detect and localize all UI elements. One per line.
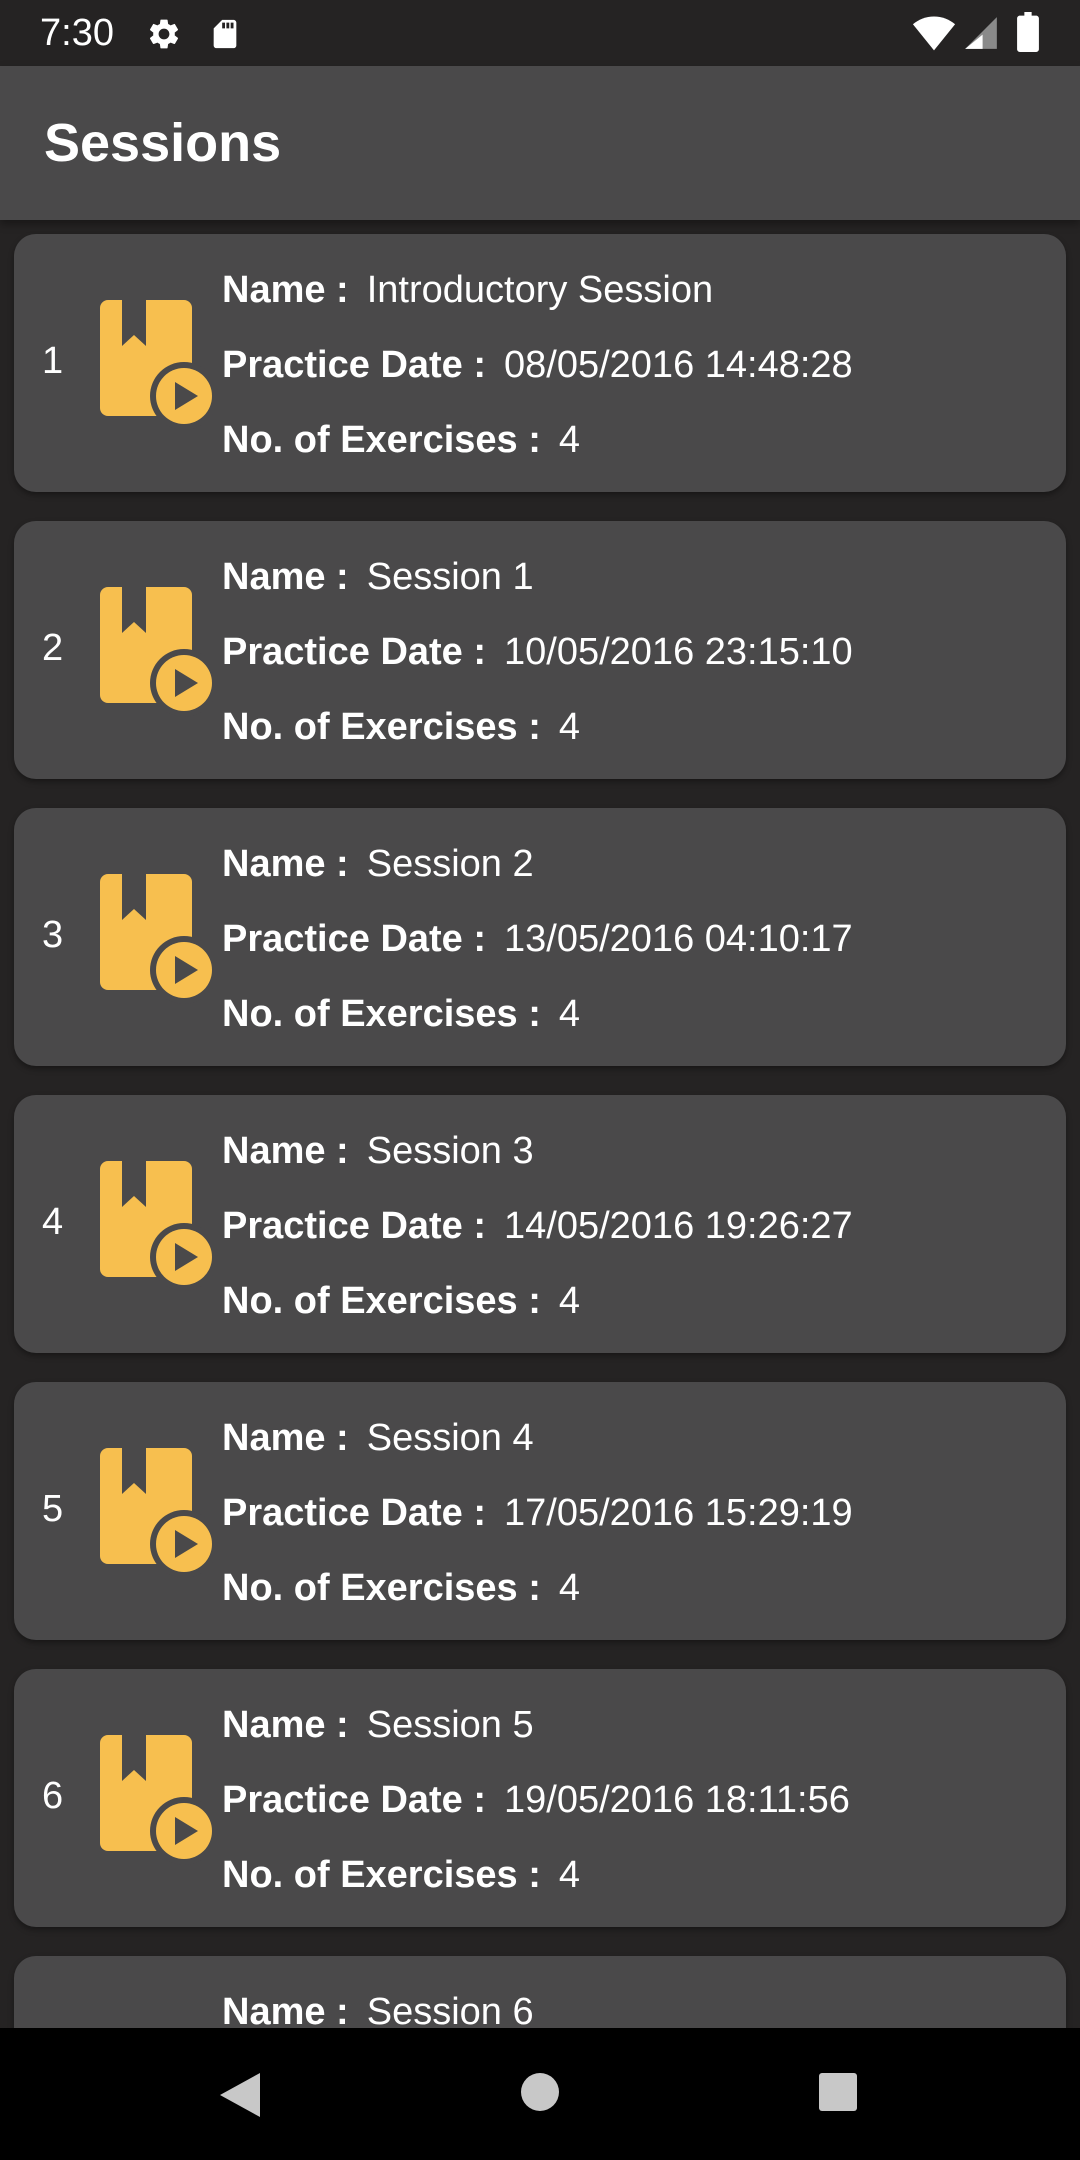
session-card[interactable]: 1 Name : Introductory Session Practice Da…	[14, 234, 1066, 492]
session-list[interactable]: 1 Name : Introductory Session Practice Da…	[0, 220, 1080, 2028]
practice-date: 08/05/2016 14:48:28	[504, 344, 853, 386]
session-card[interactable]: 4 Name : Session 3 Practice Date : 14/05/2…	[14, 1095, 1066, 1353]
bookmark-play-icon	[86, 587, 222, 721]
practice-date-row: Practice Date : 19/05/2016 18:11:56	[222, 1777, 850, 1823]
practice-date: 13/05/2016 04:10:17	[504, 918, 853, 960]
exercises-row: No. of Exercises : 4	[222, 991, 580, 1037]
exercises-row: No. of Exercises : 4	[222, 417, 580, 463]
cell-signal-icon	[962, 14, 1000, 57]
practice-date-label: Practice Date :	[222, 631, 487, 673]
practice-date-row: Practice Date : 13/05/2016 04:10:17	[222, 916, 853, 962]
exercise-count: 4	[558, 706, 581, 748]
session-name-row: Name : Session 1	[222, 554, 534, 600]
recents-icon[interactable]	[818, 2072, 858, 2117]
session-name: Session 5	[366, 1704, 534, 1746]
session-index: 2	[42, 627, 64, 669]
exercises-label: No. of Exercises :	[222, 706, 541, 748]
exercises-label: No. of Exercises :	[222, 419, 541, 461]
wifi-icon	[912, 14, 956, 57]
session-card-partial[interactable]: Name : Session 6	[14, 1956, 1066, 2028]
status-bar: 7:30	[0, 0, 1080, 66]
back-icon[interactable]	[216, 2070, 264, 2125]
settings-icon	[146, 16, 182, 57]
practice-date-label: Practice Date :	[222, 1779, 487, 1821]
session-name-row: Name : Session 2	[222, 841, 534, 887]
session-name-row: Name : Session 4	[222, 1415, 534, 1461]
practice-date: 19/05/2016 18:11:56	[504, 1779, 850, 1821]
practice-date-row: Practice Date : 17/05/2016 15:29:19	[222, 1490, 853, 1536]
session-card[interactable]: 2 Name : Session 1 Practice Date : 10/05/2…	[14, 521, 1066, 779]
name-label: Name :	[222, 1417, 349, 1459]
bookmark-play-icon	[86, 1448, 222, 1582]
session-index: 5	[42, 1488, 64, 1530]
session-name: Session 2	[366, 843, 534, 885]
session-index: 6	[42, 1775, 64, 1817]
session-index: 1	[42, 340, 64, 382]
session-card[interactable]: 5 Name : Session 4 Practice Date : 17/05/2…	[14, 1382, 1066, 1640]
practice-date-label: Practice Date :	[222, 1205, 487, 1247]
session-name-row: Name : Introductory Session	[222, 267, 713, 313]
bookmark-play-icon	[86, 874, 222, 1008]
name-label: Name :	[222, 843, 349, 885]
session-index: 4	[42, 1201, 64, 1243]
exercises-label: No. of Exercises :	[222, 1280, 541, 1322]
name-label: Name :	[222, 556, 349, 598]
exercise-count: 4	[558, 993, 581, 1035]
name-label: Name :	[222, 1991, 349, 2028]
battery-icon	[1016, 12, 1040, 57]
session-name: Session 6	[366, 1991, 534, 2028]
practice-date: 14/05/2016 19:26:27	[504, 1205, 853, 1247]
practice-date: 17/05/2016 15:29:19	[504, 1492, 853, 1534]
exercises-row: No. of Exercises : 4	[222, 704, 580, 750]
exercise-count: 4	[558, 419, 581, 461]
exercise-count: 4	[558, 1854, 581, 1896]
practice-date-row: Practice Date : 10/05/2016 23:15:10	[222, 629, 853, 675]
exercise-count: 4	[558, 1280, 581, 1322]
exercises-row: No. of Exercises : 4	[222, 1852, 580, 1898]
session-name-row: Name : Session 3	[222, 1128, 534, 1174]
session-name: Session 4	[366, 1417, 534, 1459]
name-label: Name :	[222, 269, 349, 311]
bookmark-play-icon	[86, 1735, 222, 1869]
bookmark-play-icon	[86, 1161, 222, 1295]
home-icon[interactable]	[520, 2072, 560, 2117]
name-label: Name :	[222, 1704, 349, 1746]
session-card[interactable]: 6 Name : Session 5 Practice Date : 19/05/2…	[14, 1669, 1066, 1927]
exercises-label: No. of Exercises :	[222, 1854, 541, 1896]
app-bar: Sessions	[0, 66, 1080, 220]
practice-date-label: Practice Date :	[222, 1492, 487, 1534]
exercises-row: No. of Exercises : 4	[222, 1565, 580, 1611]
practice-date-row: Practice Date : 08/05/2016 14:48:28	[222, 342, 853, 388]
name-label: Name :	[222, 1130, 349, 1172]
practice-date: 10/05/2016 23:15:10	[504, 631, 853, 673]
session-name-row: Name : Session 6	[222, 1989, 534, 2028]
session-card[interactable]: 3 Name : Session 2 Practice Date : 13/05/2…	[14, 808, 1066, 1066]
session-name: Session 3	[366, 1130, 534, 1172]
bookmark-play-icon	[86, 300, 222, 434]
exercise-count: 4	[558, 1567, 581, 1609]
practice-date-label: Practice Date :	[222, 918, 487, 960]
practice-date-label: Practice Date :	[222, 344, 487, 386]
status-time: 7:30	[40, 12, 114, 54]
navigation-bar	[0, 2028, 1080, 2160]
page-title: Sessions	[44, 113, 282, 173]
session-index: 3	[42, 914, 64, 956]
sd-card-icon	[208, 16, 242, 57]
practice-date-row: Practice Date : 14/05/2016 19:26:27	[222, 1203, 853, 1249]
exercises-row: No. of Exercises : 4	[222, 1278, 580, 1324]
session-name-row: Name : Session 5	[222, 1702, 534, 1748]
session-name: Session 1	[366, 556, 534, 598]
exercises-label: No. of Exercises :	[222, 993, 541, 1035]
exercises-label: No. of Exercises :	[222, 1567, 541, 1609]
session-name: Introductory Session	[366, 269, 714, 311]
